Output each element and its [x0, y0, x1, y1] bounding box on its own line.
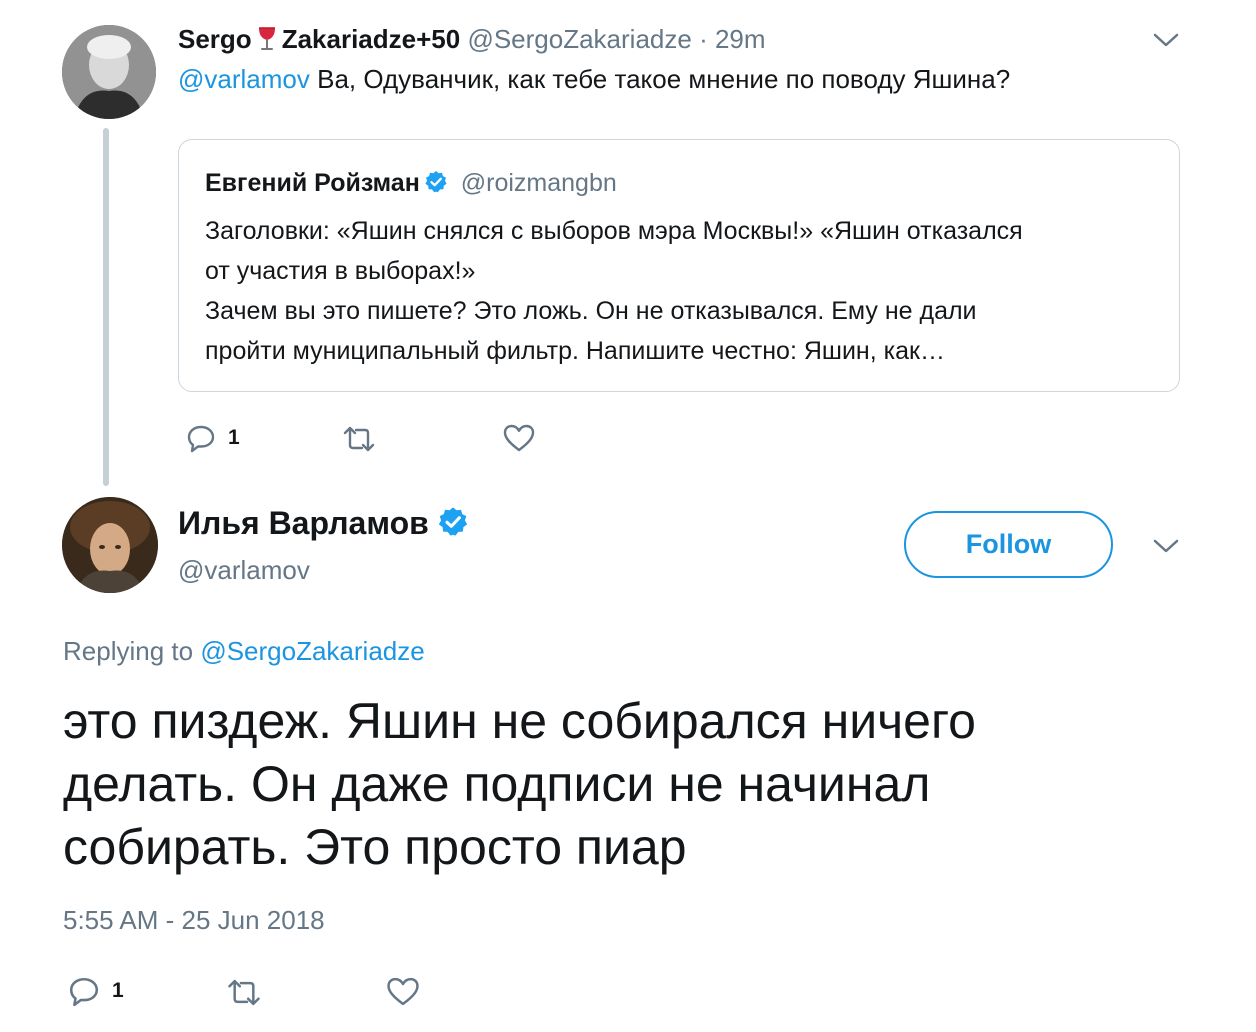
reply-author-name[interactable]: Илья Варламов: [178, 505, 429, 541]
heart-icon: [503, 424, 535, 452]
reply-text-line: собирать. Это просто пиар: [63, 819, 687, 875]
thread-line: [103, 128, 109, 486]
like-action[interactable]: [503, 423, 535, 453]
avatar-varlamov[interactable]: [62, 497, 158, 593]
quoted-tweet-author[interactable]: Евгений Ройзман @roizmangbn: [205, 169, 617, 198]
quoted-tweet-text: Заголовки: «Яшин снялся с выборов мэра М…: [205, 211, 1165, 371]
tweet-timestamp[interactable]: 5:55 AM - 25 Jun 2018: [63, 905, 325, 936]
quoted-author-handle[interactable]: @roizmangbn: [461, 169, 617, 197]
verified-badge-icon: [424, 170, 448, 194]
retweet-action[interactable]: [340, 425, 378, 453]
wine-glass-icon: [256, 26, 278, 52]
mention-link[interactable]: @varlamov: [178, 64, 310, 94]
like-action[interactable]: [386, 976, 420, 1007]
reply-tweet-text: это пиздеж. Яшин не собирался ничего дел…: [63, 690, 976, 879]
author-name-part2[interactable]: Zakariadze+50: [282, 24, 461, 54]
reply-action[interactable]: 1: [68, 975, 124, 1007]
reply-action[interactable]: 1: [186, 423, 240, 453]
reply-count: 1: [228, 426, 240, 449]
retweet-action[interactable]: [224, 978, 264, 1007]
retweet-icon: [228, 979, 260, 1006]
reply-text-line: это пиздеж. Яшин не собирался ничего: [63, 693, 976, 749]
chevron-down-icon[interactable]: [1152, 537, 1180, 555]
replying-to: Replying to @SergoZakariadze: [63, 636, 425, 667]
reply-author[interactable]: Илья Варламов: [178, 505, 469, 542]
reply-icon: [187, 425, 215, 453]
reply-text-line: делать. Он даже подписи не начинал: [63, 756, 931, 812]
tweet-body: Ва, Одуванчик, как тебе такое мнение по …: [317, 64, 1011, 94]
reply-count: 1: [112, 979, 124, 1002]
quoted-author-name[interactable]: Евгений Ройзман: [205, 169, 420, 197]
tweet-time[interactable]: 29m: [715, 24, 766, 54]
follow-button[interactable]: Follow: [904, 511, 1113, 578]
avatar-sergo[interactable]: [62, 25, 156, 119]
tweet-author[interactable]: Sergo Zakariadze+50 @SergoZakariadze · 29…: [178, 24, 766, 55]
retweet-icon: [343, 426, 375, 452]
chevron-down-icon[interactable]: [1152, 31, 1180, 49]
quoted-text-line: Зачем вы это пишете? Это ложь. Он не отк…: [205, 297, 977, 325]
quoted-text-line: Заголовки: «Яшин снялся с выборов мэра М…: [205, 217, 1023, 245]
replying-handle-link[interactable]: @SergoZakariadze: [200, 636, 424, 666]
verified-badge-icon: [437, 506, 469, 538]
author-handle[interactable]: @SergoZakariadze: [467, 24, 691, 54]
author-name-part1[interactable]: Sergo: [178, 24, 252, 54]
quoted-text-line: пройти муниципальный фильтр. Напишите че…: [205, 337, 945, 365]
tweet-text: @varlamov Ва, Одуванчик, как тебе такое …: [178, 64, 1010, 95]
meta-separator: ·: [699, 24, 708, 54]
quoted-text-line: от участия в выборах!»: [205, 257, 476, 285]
reply-author-handle[interactable]: @varlamov: [178, 555, 310, 586]
replying-prefix: Replying to: [63, 636, 194, 666]
reply-icon: [69, 977, 99, 1007]
heart-icon: [387, 977, 419, 1006]
